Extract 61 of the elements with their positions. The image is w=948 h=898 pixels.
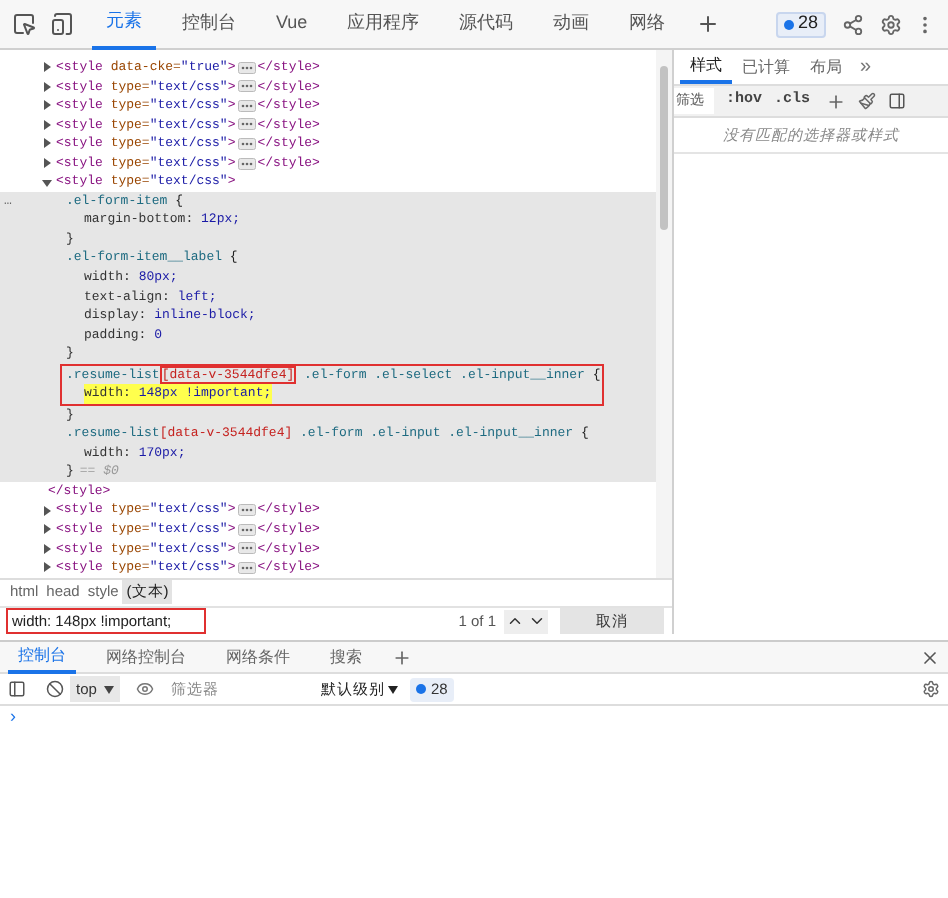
- collapsed-arrow-icon[interactable]: [42, 100, 52, 111]
- issues-badge[interactable]: 28: [775, 11, 826, 37]
- ellipsis-icon[interactable]: [237, 137, 256, 150]
- sidebar-toggle-icon[interactable]: [888, 92, 907, 110]
- scrollbar[interactable]: [656, 50, 672, 578]
- drawer-tab[interactable]: 控制台: [8, 641, 76, 673]
- selected-text-node[interactable]: [0, 191, 656, 482]
- collapsed-arrow-icon[interactable]: [42, 138, 52, 149]
- previous-match-button[interactable]: [504, 609, 526, 633]
- collapsed-arrow-icon[interactable]: [42, 119, 52, 130]
- devtools-tab[interactable]: 元素: [92, 0, 156, 49]
- device-icon[interactable]: [50, 12, 74, 36]
- ellipsis-icon[interactable]: [237, 523, 256, 536]
- ellipsis-icon[interactable]: [237, 61, 256, 74]
- eye-icon[interactable]: [136, 680, 155, 698]
- collapsed-arrow-icon[interactable]: [42, 62, 52, 73]
- issue-dot-icon: [416, 684, 427, 694]
- caret-icon: [388, 685, 399, 693]
- close-icon[interactable]: [920, 647, 940, 667]
- drawer-tab[interactable]: 网络控制台: [96, 641, 196, 673]
- settings-icon[interactable]: [880, 13, 902, 35]
- clear-console-icon[interactable]: [46, 680, 64, 698]
- add-tab-icon[interactable]: [695, 12, 720, 36]
- chevron-up-icon: [506, 612, 524, 630]
- expanded-arrow-icon[interactable]: [42, 177, 52, 188]
- chevron-down-icon: [528, 612, 546, 630]
- sidebar-icon[interactable]: [8, 680, 26, 698]
- collapsed-arrow-icon[interactable]: [42, 562, 52, 573]
- collapsed-arrow-icon[interactable]: [42, 81, 52, 92]
- more-tabs-button[interactable]: »: [852, 52, 880, 84]
- ellipsis-icon[interactable]: [237, 504, 256, 517]
- add-rule-icon[interactable]: [826, 91, 847, 111]
- drawer-tab[interactable]: 网络条件: [216, 641, 300, 673]
- console-settings-icon[interactable]: [922, 680, 940, 698]
- collapsed-arrow-icon[interactable]: [42, 543, 52, 554]
- styles-tab[interactable]: 布局: [800, 52, 852, 84]
- collapsed-arrow-icon[interactable]: [42, 524, 52, 535]
- brush-icon[interactable]: [858, 92, 877, 110]
- next-match-button[interactable]: [526, 609, 548, 633]
- collapsed-arrow-icon[interactable]: [42, 158, 52, 168]
- devtools-tab[interactable]: Vue: [262, 0, 322, 49]
- devtools-tab[interactable]: 源代码: [445, 0, 528, 49]
- inspect-icon[interactable]: [12, 12, 36, 36]
- console-prompt: ›: [10, 704, 16, 731]
- devtools-tab[interactable]: 网络: [615, 0, 680, 49]
- ellipsis-icon[interactable]: [237, 561, 256, 574]
- devtools-tab[interactable]: 应用程序: [333, 0, 434, 49]
- devtools-tab[interactable]: 控制台: [168, 0, 250, 49]
- ellipsis-icon[interactable]: [237, 99, 256, 112]
- devtools-tab[interactable]: 动画: [539, 0, 604, 49]
- collapsed-arrow-icon[interactable]: [42, 505, 52, 516]
- ellipsis-icon[interactable]: [237, 80, 256, 93]
- issue-dot-icon: [783, 19, 794, 29]
- add-drawer-tab-icon[interactable]: [392, 647, 412, 667]
- share-icon[interactable]: [842, 13, 864, 35]
- styles-tab[interactable]: 已计算: [732, 52, 800, 84]
- drawer-tab[interactable]: 搜索: [320, 641, 372, 673]
- ellipsis-icon[interactable]: [237, 542, 256, 555]
- ellipsis-icon[interactable]: [237, 157, 256, 169]
- ellipsis-icon[interactable]: [237, 118, 256, 131]
- caret-icon: [104, 685, 115, 693]
